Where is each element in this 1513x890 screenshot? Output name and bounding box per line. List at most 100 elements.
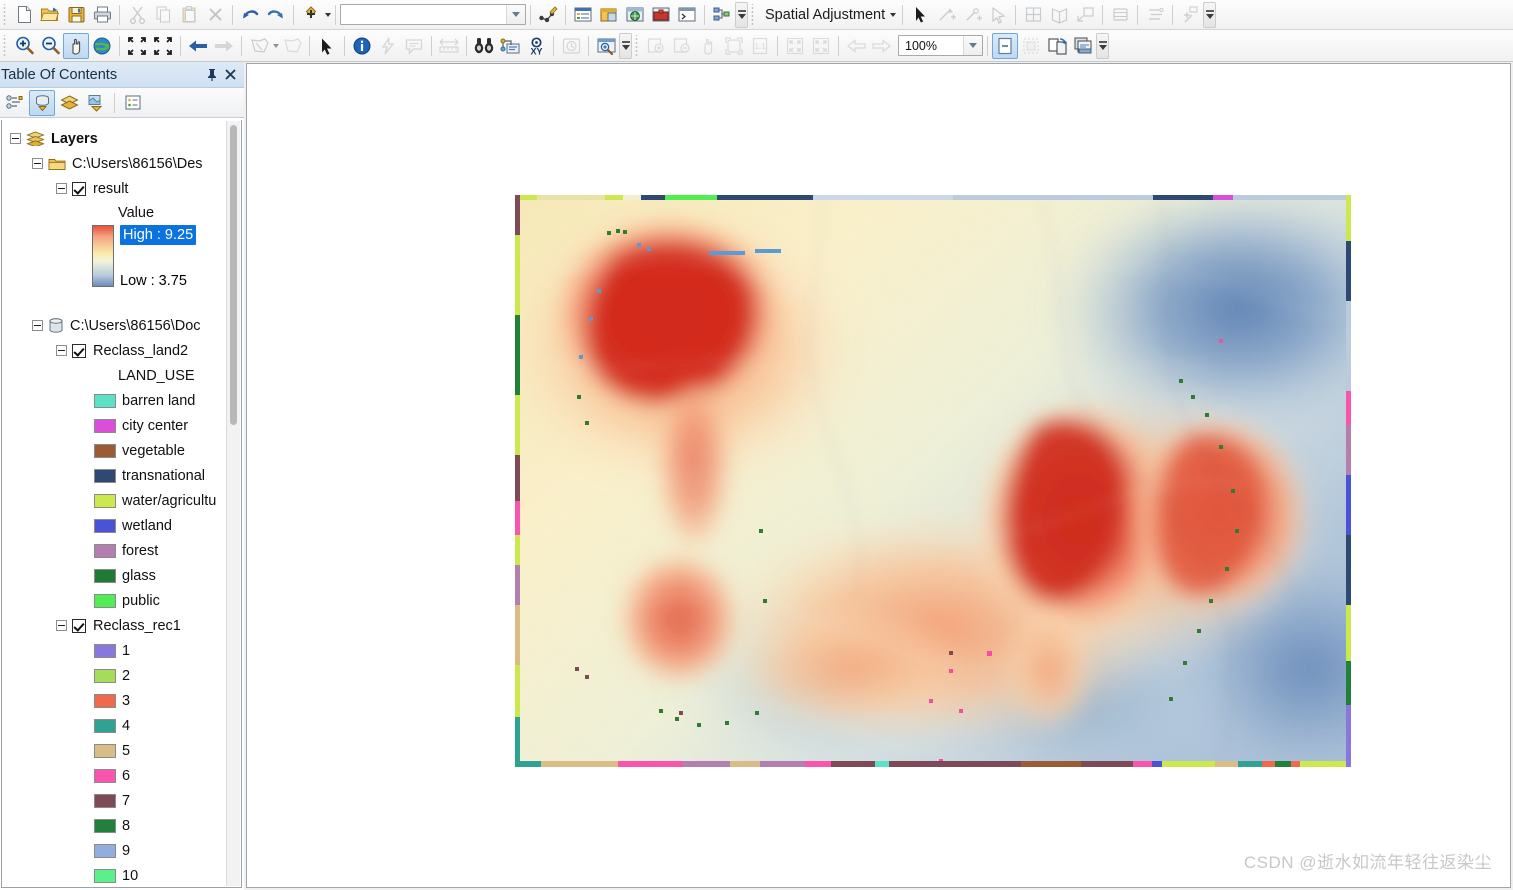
list-item[interactable]: 9 bbox=[6, 838, 241, 863]
list-item[interactable]: 5 bbox=[6, 738, 241, 763]
cut-icon[interactable] bbox=[124, 2, 150, 28]
list-item[interactable]: water/agricultu bbox=[6, 488, 241, 513]
table-of-contents-icon[interactable] bbox=[570, 2, 596, 28]
toc-group-folder-workspace[interactable]: C:\Users\86156\Des bbox=[6, 151, 241, 176]
add-data-icon[interactable] bbox=[298, 2, 324, 28]
clear-selection-icon[interactable] bbox=[279, 33, 305, 59]
data-frame[interactable]: CSDN @逝水如流年轻往返染尘 bbox=[246, 63, 1511, 888]
toolbar-grip[interactable] bbox=[750, 3, 757, 26]
layout-zoom-combo[interactable]: 100% bbox=[898, 35, 983, 56]
select-features-icon[interactable] bbox=[246, 33, 272, 59]
new-identity-link-icon[interactable] bbox=[959, 2, 985, 28]
list-item[interactable]: 2 bbox=[6, 663, 241, 688]
catalog-icon[interactable] bbox=[596, 2, 622, 28]
find-route-icon[interactable] bbox=[497, 33, 523, 59]
class-color-swatch[interactable] bbox=[94, 868, 116, 883]
list-item[interactable]: glass bbox=[6, 563, 241, 588]
save-icon[interactable] bbox=[63, 2, 89, 28]
arctoolbox-icon[interactable] bbox=[648, 2, 674, 28]
tools-toolbar-overflow-button[interactable] bbox=[619, 32, 632, 59]
focus-data-frame-icon[interactable] bbox=[1018, 33, 1044, 59]
toc-layer-reclass-rec1[interactable]: Reclass_rec1 bbox=[6, 613, 241, 638]
link-table-icon[interactable] bbox=[1142, 2, 1168, 28]
attribute-transfer-icon[interactable] bbox=[1072, 2, 1098, 28]
layout-whole-page-icon[interactable] bbox=[721, 33, 747, 59]
data-driven-pages-icon[interactable] bbox=[1070, 33, 1096, 59]
select-links-icon[interactable] bbox=[985, 2, 1011, 28]
go-back-extent-icon[interactable] bbox=[185, 33, 211, 59]
layer-visibility-checkbox[interactable] bbox=[72, 343, 86, 358]
pan-icon[interactable] bbox=[63, 32, 89, 59]
hyperlink-icon[interactable] bbox=[375, 33, 401, 59]
edge-match-icon[interactable] bbox=[1020, 2, 1046, 28]
expander-icon[interactable] bbox=[32, 158, 43, 169]
spatial-adjustment-caret[interactable] bbox=[890, 12, 897, 17]
go-to-xy-icon[interactable]: XY bbox=[523, 33, 549, 59]
class-color-swatch[interactable] bbox=[94, 693, 116, 708]
ramp-high-label[interactable]: High : 9.25 bbox=[120, 225, 197, 245]
search-window-icon[interactable] bbox=[622, 2, 648, 28]
layout-zoom-in-icon[interactable] bbox=[643, 33, 669, 59]
class-color-swatch[interactable] bbox=[94, 493, 116, 508]
layout-toolbar-overflow-button[interactable] bbox=[1096, 32, 1109, 59]
expander-icon[interactable] bbox=[56, 345, 67, 356]
new-displacement-link-icon[interactable] bbox=[933, 2, 959, 28]
toc-tree-container[interactable]: Layers C:\Users\86156\Des result Value H… bbox=[1, 120, 242, 888]
list-item[interactable]: 7 bbox=[6, 788, 241, 813]
class-color-swatch[interactable] bbox=[94, 768, 116, 783]
list-by-visibility-icon[interactable] bbox=[56, 90, 82, 116]
list-item[interactable]: city center bbox=[6, 413, 241, 438]
class-color-swatch[interactable] bbox=[94, 518, 116, 533]
list-item[interactable]: public bbox=[6, 588, 241, 613]
class-color-swatch[interactable] bbox=[94, 443, 116, 458]
class-color-swatch[interactable] bbox=[94, 718, 116, 733]
open-icon[interactable] bbox=[37, 2, 63, 28]
class-color-swatch[interactable] bbox=[94, 393, 116, 408]
class-color-swatch[interactable] bbox=[94, 843, 116, 858]
select-elements-icon[interactable] bbox=[314, 33, 340, 59]
class-color-swatch[interactable] bbox=[94, 643, 116, 658]
layer-visibility-checkbox[interactable] bbox=[72, 181, 86, 196]
edge-snap-icon[interactable] bbox=[1046, 2, 1072, 28]
toolbar-grip[interactable] bbox=[2, 34, 9, 57]
undo-icon[interactable] bbox=[237, 2, 263, 28]
toc-vertical-scrollbar[interactable] bbox=[226, 121, 240, 886]
delete-icon[interactable] bbox=[202, 2, 228, 28]
globe-full-extent-icon[interactable] bbox=[89, 33, 115, 59]
toolbar-grip[interactable] bbox=[2, 3, 9, 26]
toc-group-geodatabase-workspace[interactable]: C:\Users\86156\Doc bbox=[6, 313, 241, 338]
list-item[interactable]: 3 bbox=[6, 688, 241, 713]
layout-fixed-zoom-out-icon[interactable] bbox=[808, 33, 834, 59]
class-color-swatch[interactable] bbox=[94, 743, 116, 758]
list-item[interactable]: forest bbox=[6, 538, 241, 563]
copy-icon[interactable] bbox=[150, 2, 176, 28]
toc-root-layers[interactable]: Layers bbox=[6, 126, 241, 151]
create-viewer-window-icon[interactable] bbox=[593, 33, 619, 59]
print-icon[interactable] bbox=[89, 2, 115, 28]
zoom-out-icon[interactable] bbox=[37, 33, 63, 59]
expander-icon[interactable] bbox=[56, 620, 67, 631]
layout-go-forward-icon[interactable] bbox=[869, 33, 895, 59]
list-item[interactable]: 4 bbox=[6, 713, 241, 738]
expander-icon[interactable] bbox=[56, 183, 67, 194]
standard-toolbar-overflow-button[interactable] bbox=[735, 1, 748, 28]
class-color-swatch[interactable] bbox=[94, 818, 116, 833]
list-item[interactable]: barren land bbox=[6, 388, 241, 413]
layout-zoom-100-icon[interactable]: 1:1 bbox=[747, 33, 773, 59]
change-layout-icon[interactable] bbox=[1044, 33, 1070, 59]
raster-layer-result[interactable] bbox=[515, 195, 1351, 767]
list-by-selection-icon[interactable] bbox=[83, 90, 109, 116]
class-color-swatch[interactable] bbox=[94, 568, 116, 583]
expander-icon[interactable] bbox=[32, 320, 43, 331]
list-by-drawing-order-icon[interactable] bbox=[2, 90, 28, 116]
class-color-swatch[interactable] bbox=[94, 418, 116, 433]
redo-icon[interactable] bbox=[263, 2, 289, 28]
ramp-low-label[interactable]: Low : 3.75 bbox=[120, 273, 196, 289]
close-icon[interactable] bbox=[221, 65, 240, 85]
class-color-swatch[interactable] bbox=[94, 543, 116, 558]
list-item[interactable]: 10 bbox=[6, 863, 241, 887]
list-item[interactable]: 6 bbox=[6, 763, 241, 788]
python-window-icon[interactable] bbox=[674, 2, 700, 28]
map-scale-combo[interactable] bbox=[340, 4, 526, 25]
model-builder-icon[interactable] bbox=[709, 2, 735, 28]
